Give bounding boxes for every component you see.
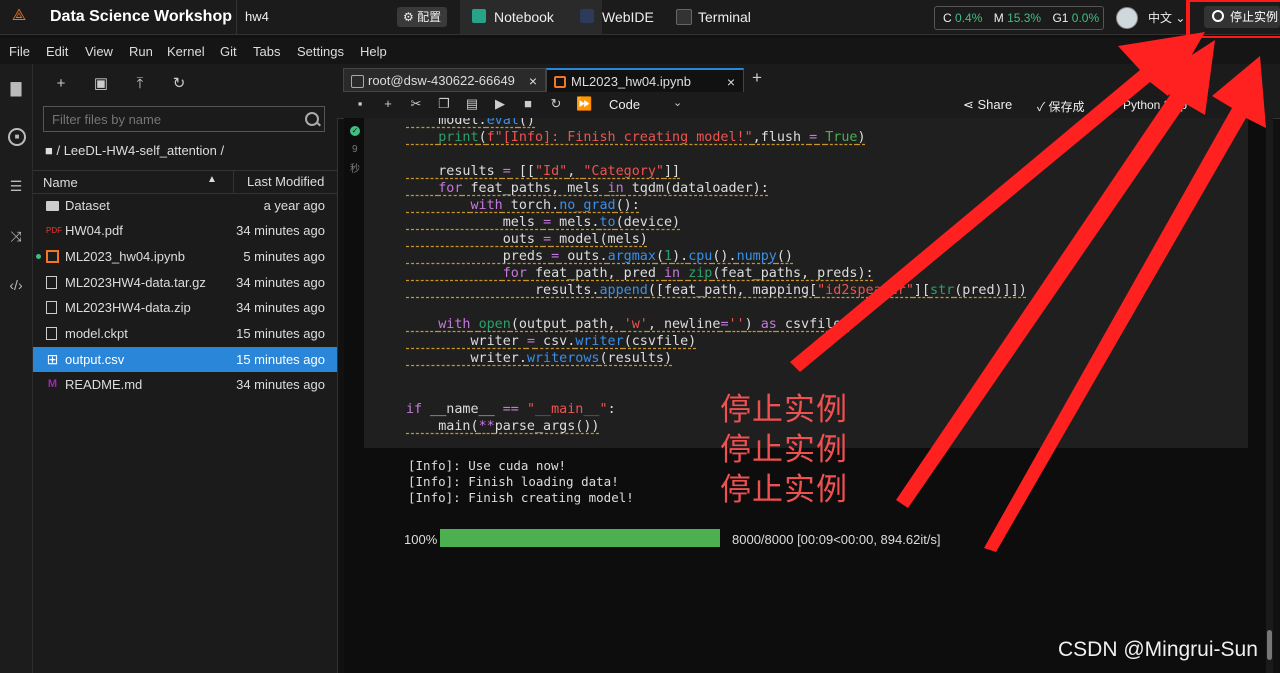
annotation-text: 停止实例: [720, 392, 848, 428]
red-arrow-group: [790, 32, 1266, 552]
red-arrow: [790, 32, 1205, 372]
annotation-arrows: [790, 32, 1266, 552]
annotation-text: 停止实例: [720, 472, 848, 508]
annotation-text: 停止实例: [720, 432, 848, 468]
red-arrow: [984, 56, 1266, 552]
watermark: CSDN @Mingrui-Sun: [1058, 638, 1258, 661]
